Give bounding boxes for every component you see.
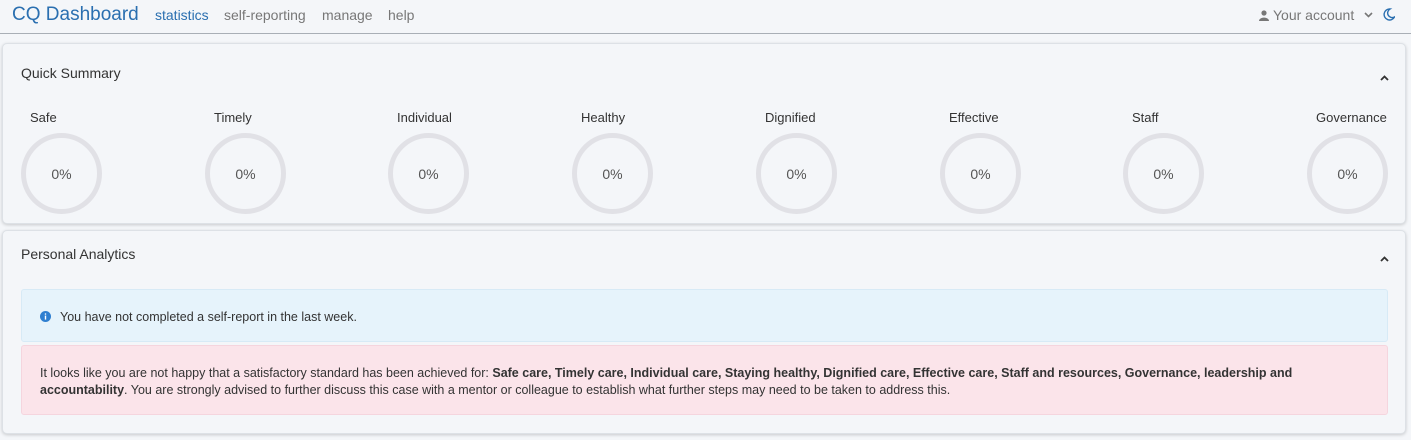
- gauge-row: Safe 0% Timely 0% Individual 0% Healthy …: [3, 110, 1407, 220]
- info-alert: You have not completed a self-report in …: [21, 289, 1388, 342]
- navbar: CQ Dashboard statistics self-reporting m…: [0, 0, 1411, 34]
- gauge-ring: 0%: [1307, 133, 1388, 214]
- gauge-ring: 0%: [1123, 133, 1204, 214]
- gauge-label: Timely: [214, 110, 252, 125]
- gauge-label: Effective: [949, 110, 999, 125]
- collapse-icon[interactable]: [1380, 249, 1389, 267]
- info-message: You have not completed a self-report in …: [60, 310, 357, 324]
- warning-prefix: It looks like you are not happy that a s…: [40, 366, 493, 380]
- info-icon: [40, 309, 51, 327]
- chevron-down-icon: [1364, 12, 1373, 18]
- dark-mode-toggle-icon[interactable]: [1383, 8, 1395, 21]
- brand-logo[interactable]: CQ Dashboard: [12, 4, 139, 26]
- gauge-value: 0%: [418, 165, 439, 182]
- user-icon: [1259, 9, 1269, 21]
- account-menu[interactable]: Your account: [1259, 7, 1373, 23]
- gauge-label: Individual: [397, 110, 452, 125]
- quick-summary-title: Quick Summary: [21, 65, 121, 81]
- account-label: Your account: [1273, 7, 1355, 23]
- quick-summary-card: Quick Summary Safe 0% Timely 0% Individu…: [2, 43, 1406, 224]
- warning-alert: It looks like you are not happy that a s…: [21, 345, 1388, 415]
- gauge-value: 0%: [786, 165, 807, 182]
- gauge-label: Healthy: [581, 110, 626, 125]
- gauge-value: 0%: [602, 165, 623, 182]
- personal-analytics-title: Personal Analytics: [21, 246, 136, 262]
- gauge-ring: 0%: [940, 133, 1021, 214]
- gauge-label: Staff: [1132, 110, 1159, 125]
- gauge-ring: 0%: [21, 133, 102, 214]
- gauge-label: Safe: [30, 110, 57, 125]
- gauge-value: 0%: [51, 165, 72, 182]
- gauge-value: 0%: [970, 165, 991, 182]
- gauge-ring: 0%: [572, 133, 653, 214]
- gauge-ring: 0%: [205, 133, 286, 214]
- gauge-value: 0%: [1153, 165, 1174, 182]
- gauge-label: Governance: [1316, 110, 1387, 125]
- nav-self-reporting[interactable]: self-reporting: [224, 7, 306, 23]
- gauge-value: 0%: [1337, 165, 1358, 182]
- nav-help[interactable]: help: [388, 7, 414, 23]
- gauge-value: 0%: [235, 165, 256, 182]
- gauge-label: Dignified: [765, 110, 816, 125]
- warning-suffix: . You are strongly advised to further di…: [124, 383, 951, 397]
- nav-statistics[interactable]: statistics: [155, 7, 209, 23]
- collapse-icon[interactable]: [1380, 68, 1389, 86]
- personal-analytics-card: Personal Analytics You have not complete…: [2, 230, 1406, 434]
- gauge-ring: 0%: [388, 133, 469, 214]
- nav-manage[interactable]: manage: [322, 7, 373, 23]
- gauge-ring: 0%: [756, 133, 837, 214]
